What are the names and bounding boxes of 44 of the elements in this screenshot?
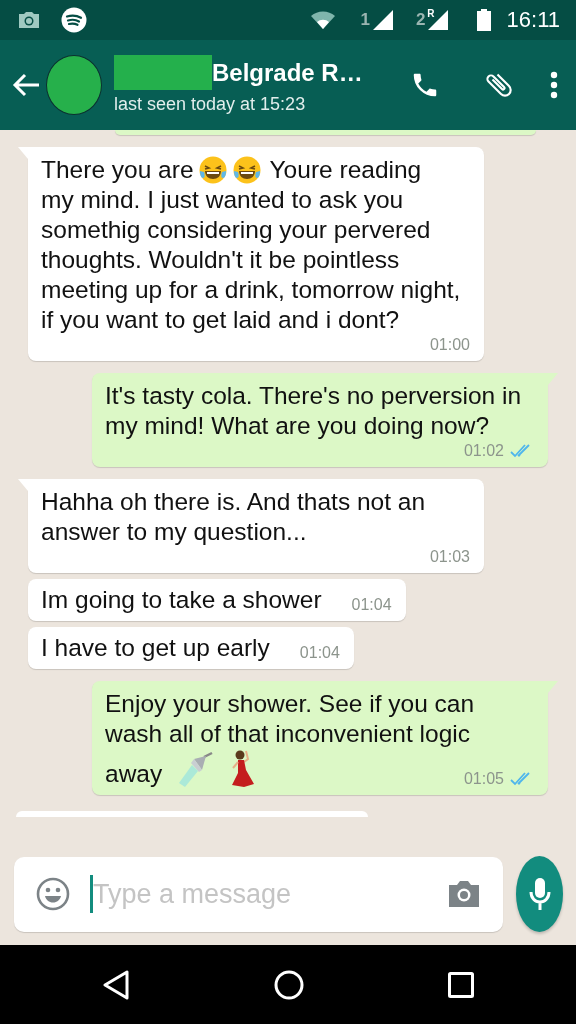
message-time: 01:04 [351, 595, 392, 615]
message-time: 01:03 [429, 547, 470, 567]
message-time: 01:05 [463, 769, 504, 789]
more-options-icon[interactable] [550, 71, 558, 99]
signal-icon [426, 9, 449, 31]
message-text: Im going to take a shower [41, 585, 322, 615]
message-text: away [105, 759, 163, 789]
shower-emoji-icon [176, 751, 215, 789]
back-icon[interactable] [102, 969, 130, 1000]
message-text: Hahha oh there is. And thats not an answer to my question... [41, 487, 427, 547]
message-bubble[interactable]: Im going to take a shower 01:04 [28, 579, 406, 621]
contact-name[interactable]: Belgrade R… [212, 58, 363, 87]
message-time: 01:02 [463, 441, 504, 461]
microphone-button[interactable] [516, 856, 563, 932]
message-bubble[interactable]: I have to get up early 01:04 [28, 627, 354, 669]
message-text: It's tasty cola. There's no perversion in my mind! What are you doing now? [105, 381, 523, 441]
message-time: 01:00 [429, 335, 470, 355]
sim-number: 2 [415, 10, 426, 30]
message-text: Youre reading [269, 155, 422, 185]
microphone-icon [528, 877, 551, 911]
message-input[interactable]: Type a message [93, 878, 447, 910]
message-text: Enjoy your shower. See if you can wash all of that inconvenient logic [105, 689, 476, 749]
recents-icon[interactable] [448, 971, 474, 998]
battery-icon [476, 9, 491, 31]
roaming-indicator: R [427, 8, 435, 19]
avatar[interactable] [46, 55, 102, 115]
back-arrow-icon[interactable] [12, 73, 40, 97]
clock: 16:11 [506, 7, 560, 33]
message-time: 01:04 [299, 643, 340, 663]
wifi-icon [310, 10, 337, 30]
music-app-icon [61, 7, 87, 33]
sim-number: 1 [360, 10, 370, 30]
message-text: I have to get up early [41, 633, 270, 663]
signal-icon [371, 9, 394, 31]
laughing-emoji-icon [231, 155, 262, 185]
laughing-emoji-icon [197, 155, 228, 185]
message-text: my mind. I just wanted to ask you somethig considering your pervered thoughts. Wouldn't it be pointless meeting up for a drink, tomorrow night, if you want to get laid and i dont? [41, 185, 462, 335]
last-seen-status: last seen today at 15:23 [114, 94, 307, 115]
message-text: There you are [41, 155, 194, 185]
message-input-field[interactable]: Type a message [14, 856, 503, 932]
home-icon[interactable] [274, 969, 304, 1000]
emoji-icon[interactable] [36, 877, 70, 911]
camera-icon[interactable] [447, 879, 481, 909]
camera-icon [17, 11, 41, 29]
